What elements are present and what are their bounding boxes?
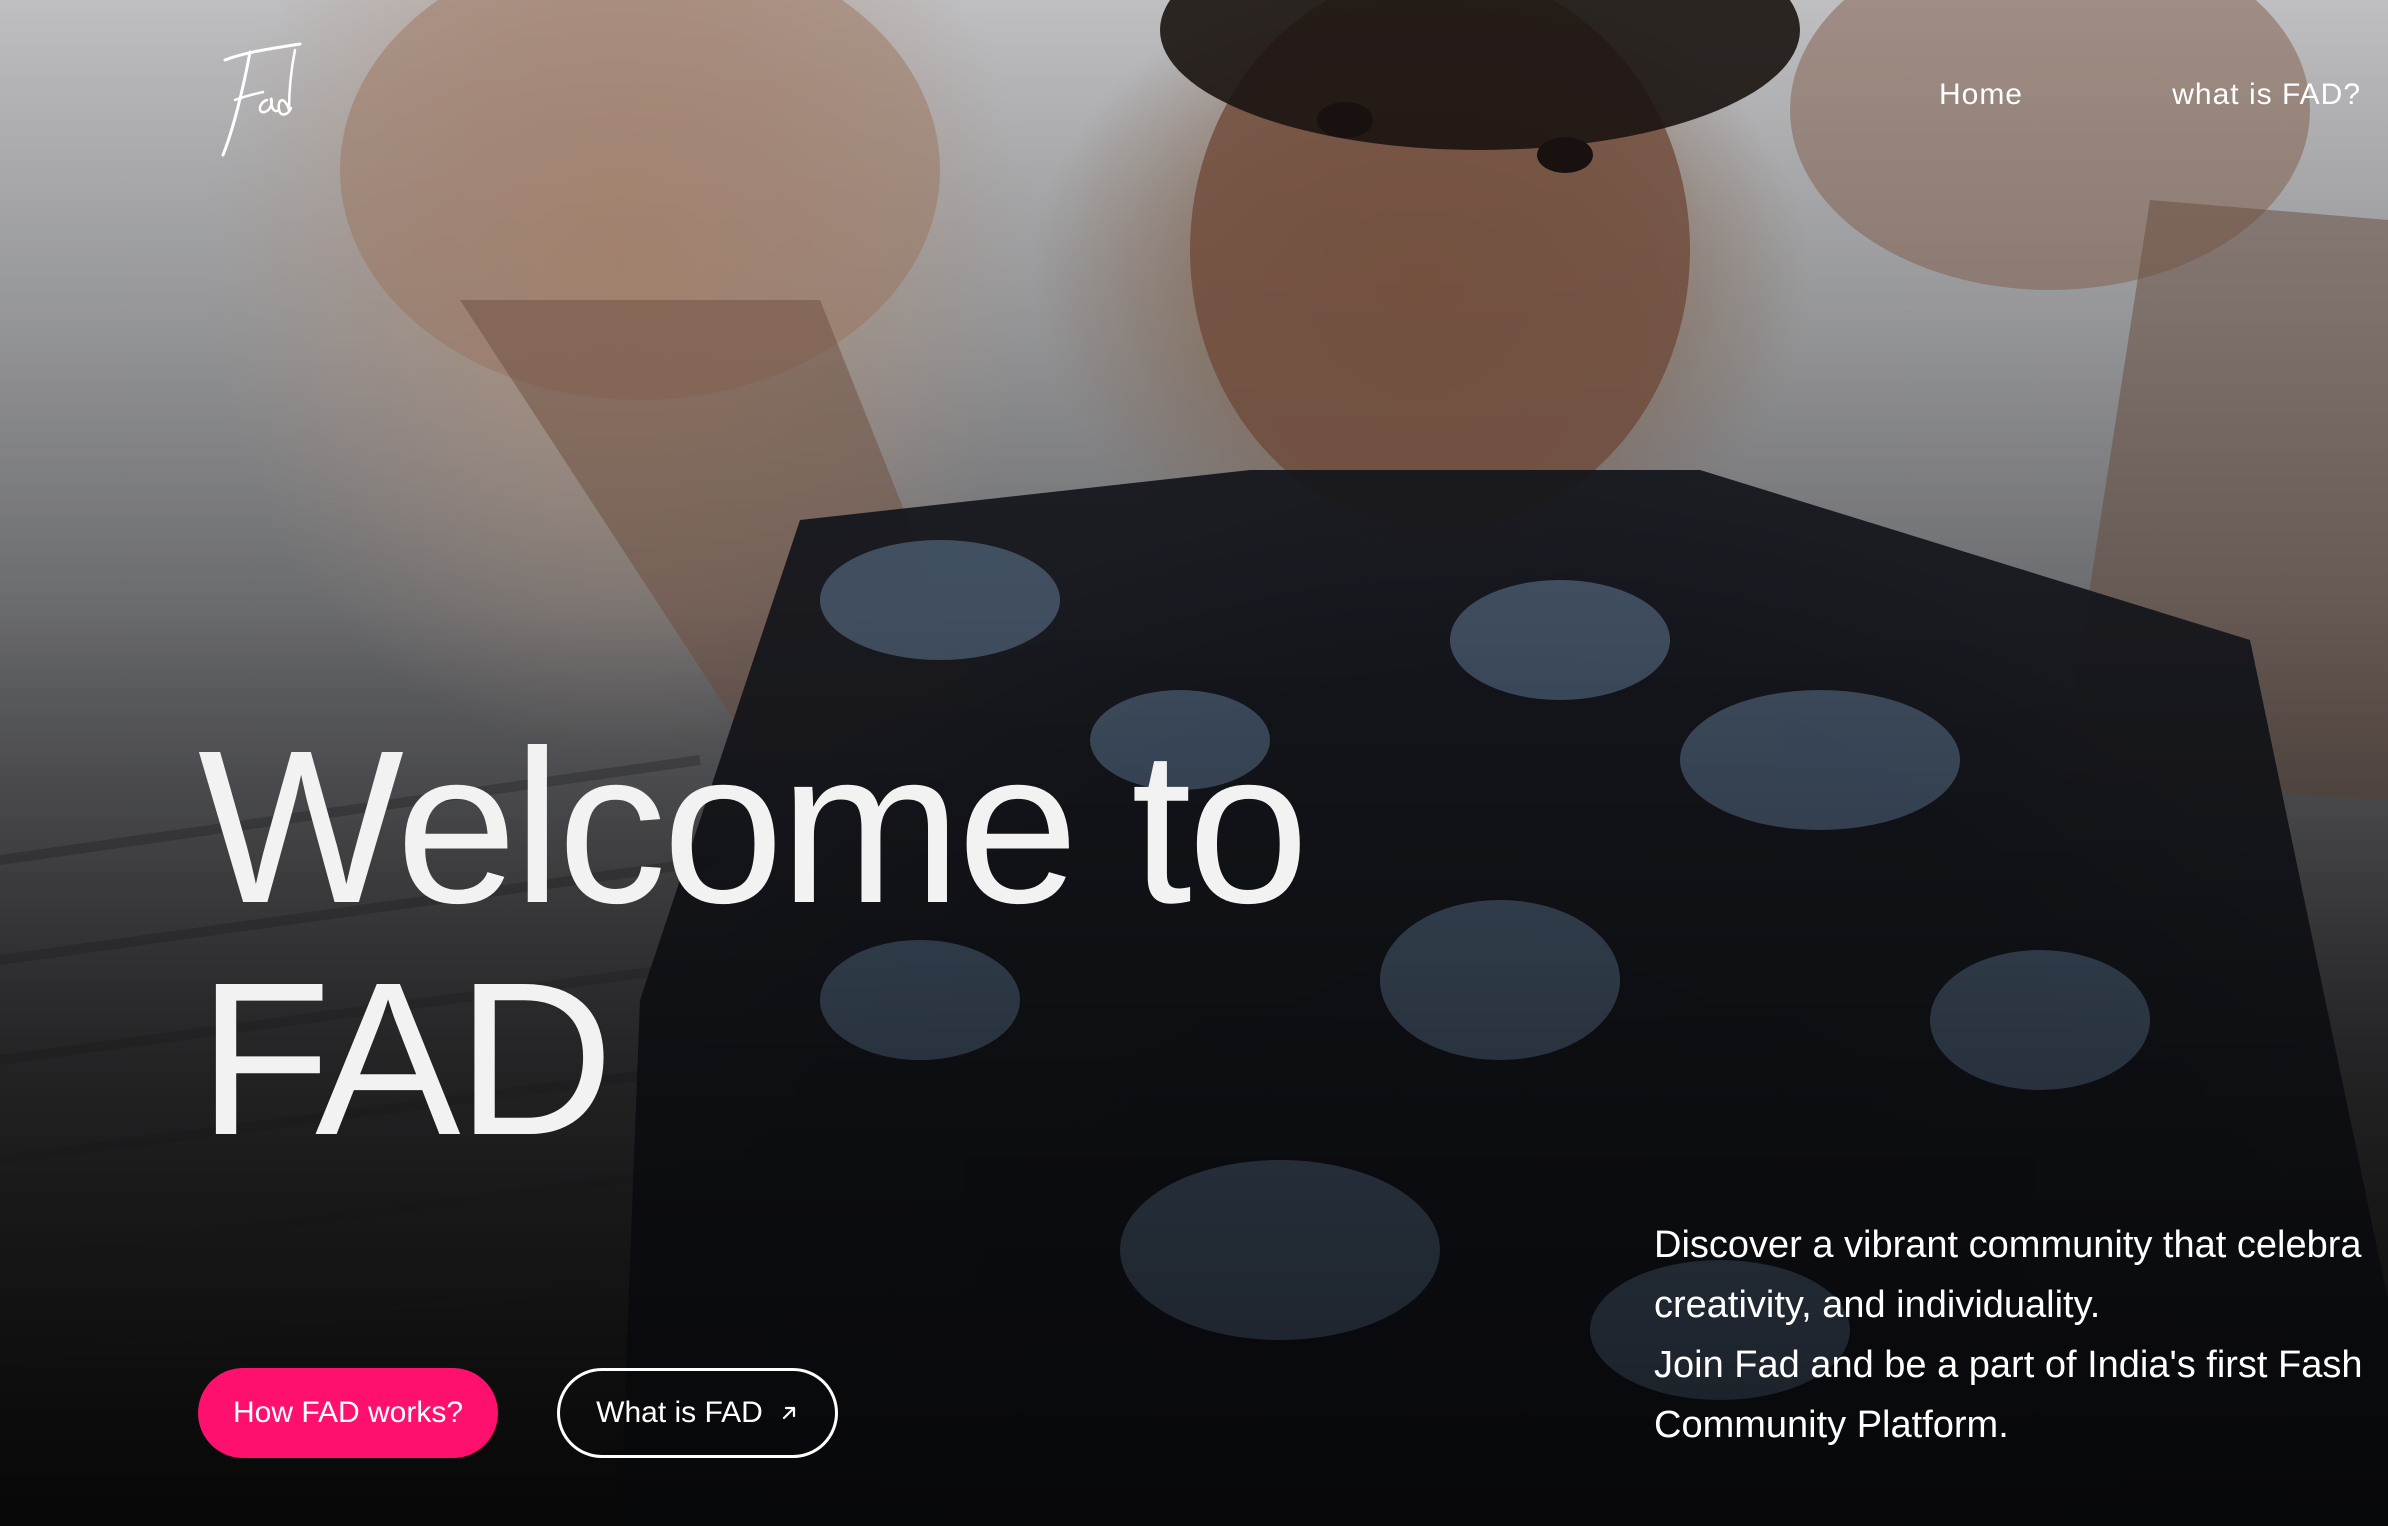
what-is-fad-button[interactable]: What is FAD <box>557 1368 838 1458</box>
description-line: creativity, and individuality. <box>1654 1284 2101 1326</box>
how-fad-works-button[interactable]: How FAD works? <box>198 1368 498 1458</box>
how-fad-works-label: How FAD works? <box>232 1396 464 1429</box>
what-is-fad-label: What is FAD <box>596 1396 763 1429</box>
nav-home-link[interactable]: Home <box>1939 78 2023 112</box>
arrow-up-right-icon <box>782 1406 795 1420</box>
headline-line-1: Welcome to <box>198 706 1309 949</box>
description-line: Community Platform. <box>1654 1404 2009 1446</box>
hero-headline: Welcome to FAD <box>198 706 1309 1181</box>
description-line: Join Fad and be a part of India's first … <box>1654 1344 2363 1386</box>
fad-logo[interactable] <box>205 30 315 160</box>
headline-line-2: FAD <box>198 938 614 1181</box>
fad-script-logo-icon <box>221 42 302 157</box>
nav-what-is-fad-link[interactable]: what is FAD? <box>2172 78 2361 112</box>
hero-section: Home what is FAD? Welcome to FAD How FAD… <box>0 0 2388 1526</box>
hero-description: Discover a vibrant community that celebr… <box>1654 1215 2388 1455</box>
description-line: Discover a vibrant community that celebr… <box>1654 1224 2362 1266</box>
